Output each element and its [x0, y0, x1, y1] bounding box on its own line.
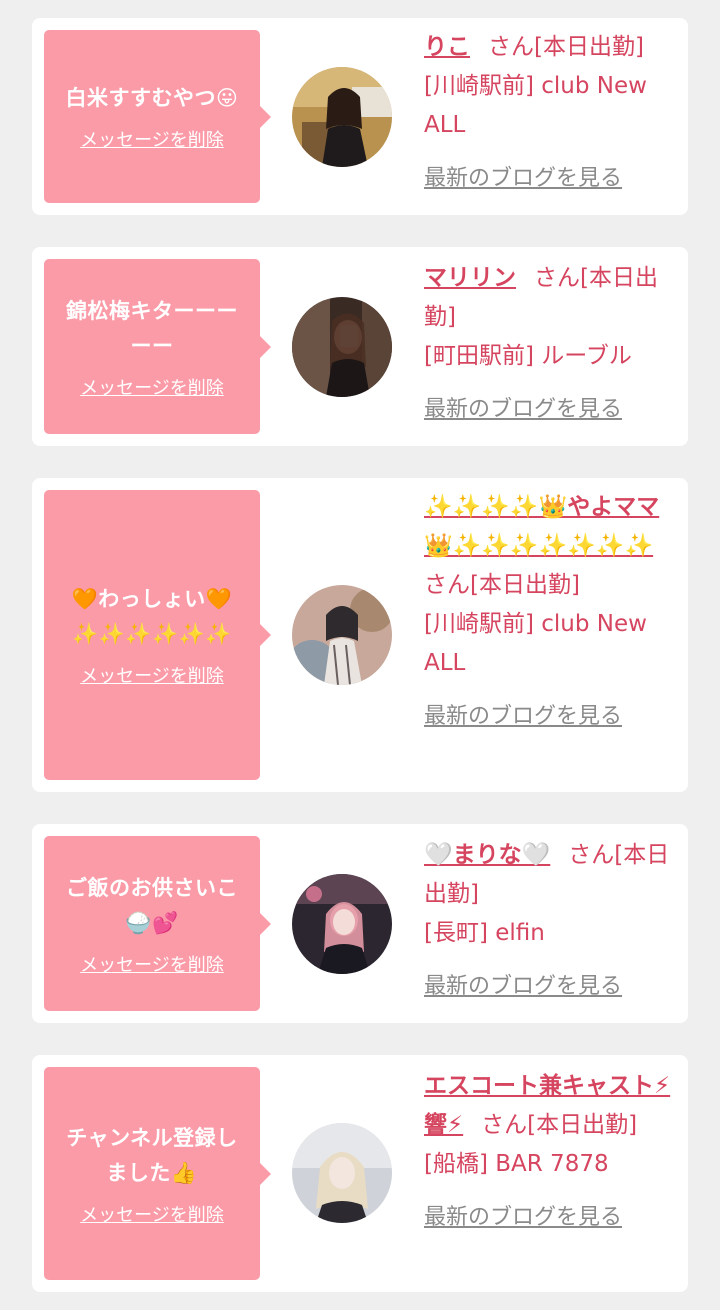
attendance-label: さん[本日出勤] [488, 34, 644, 60]
delete-message-link[interactable]: メッセージを削除 [80, 951, 224, 977]
message-card: ご飯のお供さいこ🍚💕 メッセージを削除 🤍まりな🤍 さん[本日出勤] [長町] e… [32, 824, 688, 1023]
message-text: 錦松梅キターーーーー [66, 298, 238, 358]
message-bubble: チャンネル登録しました👍 メッセージを削除 [44, 1067, 271, 1280]
message-text: 白米すすむやつ😛 [65, 86, 239, 110]
delete-message-link[interactable]: メッセージを削除 [80, 1201, 224, 1227]
message-list: 白米すすむやつ😛 メッセージを削除 りこ さん[本日出勤] [川崎駅前] club… [0, 0, 720, 1310]
cast-name-link[interactable]: 🤍まりな🤍 [424, 842, 550, 868]
shop-label: [長町] elfin [424, 920, 545, 946]
message-card: 🧡わっしょい🧡 ✨✨✨✨✨✨ メッセージを削除 ✨✨✨✨👑やよママ👑✨✨✨✨✨✨… [32, 478, 688, 792]
cast-info: エスコート兼キャスト⚡響⚡ さん[本日出勤] [船橋] BAR 7878 最新のブ… [424, 1067, 680, 1237]
shop-label: [町田駅前] ルーブル [424, 343, 632, 369]
attendance-label: さん[本日出勤] [481, 1112, 638, 1138]
message-bubble: 🧡わっしょい🧡 ✨✨✨✨✨✨ メッセージを削除 [44, 490, 271, 780]
cast-info: 🤍まりな🤍 さん[本日出勤] [長町] elfin 最新のブログを見る [424, 836, 680, 1006]
delete-message-link[interactable]: メッセージを削除 [80, 662, 224, 688]
cast-info: りこ さん[本日出勤] [川崎駅前] club New ALL 最新のブログを見る [424, 28, 680, 198]
message-text: 🧡わっしょい🧡 ✨✨✨✨✨✨ [71, 587, 233, 646]
shop-label: [船橋] BAR 7878 [424, 1151, 609, 1177]
cast-info: ✨✨✨✨👑やよママ👑✨✨✨✨✨✨✨ さん[本日出勤] [川崎駅前] club N… [424, 488, 680, 736]
latest-blog-link[interactable]: 最新のブログを見る [424, 697, 622, 736]
avatar[interactable] [292, 297, 392, 397]
avatar[interactable] [292, 1123, 392, 1223]
cast-name-link[interactable]: りこ [424, 34, 470, 60]
message-card: チャンネル登録しました👍 メッセージを削除 エスコート兼キャスト⚡響⚡ さん[本日… [32, 1055, 688, 1292]
cast-name-link[interactable]: ✨✨✨✨👑やよママ👑✨✨✨✨✨✨✨ [424, 494, 659, 559]
message-card: 錦松梅キターーーーー メッセージを削除 マリリン さん[本日出勤] [町田駅前] … [32, 247, 688, 446]
avatar[interactable] [292, 67, 392, 167]
message-bubble: 錦松梅キターーーーー メッセージを削除 [44, 259, 271, 434]
cast-info: マリリン さん[本日出勤] [町田駅前] ルーブル 最新のブログを見る [424, 259, 680, 429]
message-bubble: 白米すすむやつ😛 メッセージを削除 [44, 30, 271, 203]
message-bubble: ご飯のお供さいこ🍚💕 メッセージを削除 [44, 836, 271, 1011]
message-card: 白米すすむやつ😛 メッセージを削除 りこ さん[本日出勤] [川崎駅前] club… [32, 18, 688, 215]
avatar[interactable] [292, 585, 392, 685]
latest-blog-link[interactable]: 最新のブログを見る [424, 967, 622, 1006]
latest-blog-link[interactable]: 最新のブログを見る [424, 159, 622, 198]
latest-blog-link[interactable]: 最新のブログを見る [424, 1198, 622, 1237]
cast-name-link[interactable]: マリリン [424, 265, 516, 291]
delete-message-link[interactable]: メッセージを削除 [80, 126, 224, 152]
latest-blog-link[interactable]: 最新のブログを見る [424, 390, 622, 429]
message-text: チャンネル登録しました👍 [66, 1125, 238, 1185]
attendance-label: さん[本日出勤] [424, 572, 580, 598]
shop-label: [川崎駅前] club New ALL [424, 611, 647, 676]
message-text: ご飯のお供さいこ🍚💕 [66, 875, 238, 935]
shop-label: [川崎駅前] club New ALL [424, 73, 647, 138]
avatar[interactable] [292, 874, 392, 974]
delete-message-link[interactable]: メッセージを削除 [80, 374, 224, 400]
